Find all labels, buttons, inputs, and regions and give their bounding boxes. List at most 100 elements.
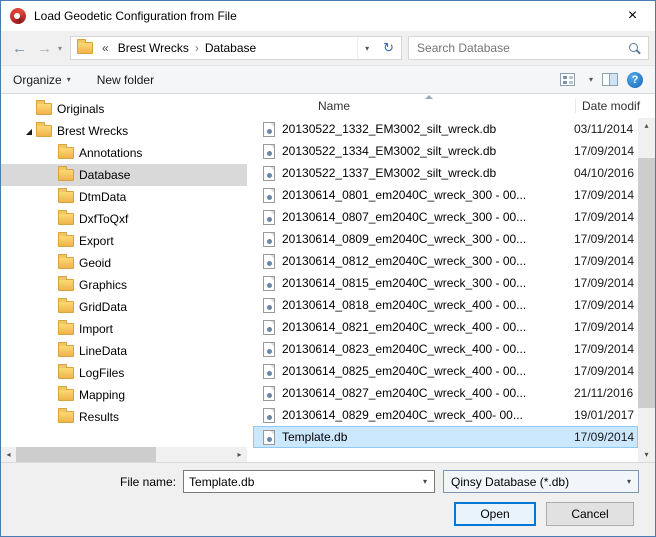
file-row[interactable]: Template.db17/09/2014 <box>253 426 638 448</box>
file-name: 20130522_1337_EM3002_silt_wreck.db <box>282 166 574 180</box>
address-bar[interactable]: « Brest Wrecks › Database ▾ ↻ <box>70 36 402 60</box>
help-icon[interactable]: ? <box>627 72 643 88</box>
file-row[interactable]: 20130614_0829_em2040C_wreck_400- 00...19… <box>253 404 638 426</box>
database-file-icon <box>263 144 275 159</box>
chevron-down-icon[interactable]: ▾ <box>589 75 593 84</box>
tree-item-label: Geoid <box>79 256 111 270</box>
tree-item-label: Annotations <box>79 146 142 160</box>
tree-item[interactable]: ◢Brest Wrecks <box>1 120 247 142</box>
organize-label: Organize <box>13 73 62 87</box>
file-name: 20130614_0812_em2040C_wreck_300 - 00... <box>282 254 574 268</box>
file-date-modified: 17/09/2014 <box>574 298 638 312</box>
search-icon[interactable] <box>628 42 641 55</box>
chevron-down-icon: ▾ <box>67 75 71 84</box>
file-row[interactable]: 20130614_0827_em2040C_wreck_400 - 00...2… <box>253 382 638 404</box>
tree-item-label: DtmData <box>79 190 126 204</box>
file-row[interactable]: 20130614_0801_em2040C_wreck_300 - 00...1… <box>253 184 638 206</box>
scrollbar-thumb[interactable] <box>16 447 156 462</box>
database-file-icon <box>263 254 275 269</box>
tree-item[interactable]: DxfToQxf <box>1 208 247 230</box>
tree-item[interactable]: GridData <box>1 296 247 318</box>
folder-icon <box>58 389 74 401</box>
change-view-icon[interactable] <box>560 73 575 86</box>
scroll-right-icon[interactable]: ▸ <box>232 447 247 462</box>
expand-arrow-icon[interactable]: ◢ <box>22 127 36 136</box>
tree-item[interactable]: Export <box>1 230 247 252</box>
file-name: 20130614_0821_em2040C_wreck_400 - 00... <box>282 320 574 334</box>
file-type-combo[interactable]: Qinsy Database (*.db) ▾ <box>443 470 639 493</box>
breadcrumb-item[interactable]: Database <box>200 41 261 55</box>
search-input[interactable] <box>417 41 628 55</box>
horizontal-scrollbar[interactable]: ◂ ▸ <box>1 447 247 462</box>
tree-item[interactable]: DtmData <box>1 186 247 208</box>
tree-item[interactable]: Mapping <box>1 384 247 406</box>
tree-item[interactable]: Originals <box>1 98 247 120</box>
file-date-modified: 19/01/2017 <box>574 408 638 422</box>
file-date-modified: 17/09/2014 <box>574 232 638 246</box>
file-name-combo[interactable]: ▾ <box>183 470 435 493</box>
cancel-button-label: Cancel <box>571 507 608 521</box>
scrollbar-track[interactable] <box>16 447 232 462</box>
chevron-down-icon[interactable]: ▾ <box>416 471 434 492</box>
scroll-up-icon[interactable]: ▴ <box>638 118 655 133</box>
vertical-scrollbar[interactable]: ▴ ▾ <box>638 118 655 462</box>
tree-item[interactable]: Annotations <box>1 142 247 164</box>
sort-ascending-icon <box>425 95 433 99</box>
file-row[interactable]: 20130614_0818_em2040C_wreck_400 - 00...1… <box>253 294 638 316</box>
tree-item[interactable]: Results <box>1 406 247 428</box>
scrollbar-thumb[interactable] <box>638 158 655 408</box>
tree-item[interactable]: LogFiles <box>1 362 247 384</box>
dialog-title: Load Geodetic Configuration from File <box>34 9 610 23</box>
tree-item-label: Results <box>79 410 119 424</box>
scroll-left-icon[interactable]: ◂ <box>1 447 16 462</box>
tree-item[interactable]: Import <box>1 318 247 340</box>
file-name: 20130614_0823_em2040C_wreck_400 - 00... <box>282 342 574 356</box>
search-box[interactable] <box>408 36 649 60</box>
file-row[interactable]: 20130614_0812_em2040C_wreck_300 - 00...1… <box>253 250 638 272</box>
forward-button[interactable]: → <box>32 40 57 57</box>
file-row[interactable]: 20130614_0821_em2040C_wreck_400 - 00...1… <box>253 316 638 338</box>
file-name: 20130614_0809_em2040C_wreck_300 - 00... <box>282 232 574 246</box>
preview-pane-icon[interactable] <box>602 73 618 86</box>
breadcrumb-overflow-button[interactable]: « <box>98 41 113 55</box>
tree-item[interactable]: Geoid <box>1 252 247 274</box>
file-row[interactable]: 20130614_0807_em2040C_wreck_300 - 00...1… <box>253 206 638 228</box>
breadcrumb-item[interactable]: Brest Wrecks <box>113 41 194 55</box>
cancel-button[interactable]: Cancel <box>546 502 634 526</box>
file-name: 20130522_1332_EM3002_silt_wreck.db <box>282 122 574 136</box>
tree-item[interactable]: Database <box>1 164 247 186</box>
file-row[interactable]: 20130522_1334_EM3002_silt_wreck.db17/09/… <box>253 140 638 162</box>
file-row[interactable]: 20130614_0815_em2040C_wreck_300 - 00...1… <box>253 272 638 294</box>
new-folder-button[interactable]: New folder <box>97 73 154 87</box>
folder-icon <box>77 42 93 54</box>
scroll-down-icon[interactable]: ▾ <box>638 447 655 462</box>
column-header-name[interactable]: Name <box>253 99 575 113</box>
column-header-date[interactable]: Date modif <box>575 99 655 113</box>
close-button[interactable]: × <box>610 1 655 31</box>
file-row[interactable]: 20130614_0825_em2040C_wreck_400 - 00...1… <box>253 360 638 382</box>
file-row[interactable]: 20130614_0823_em2040C_wreck_400 - 00...1… <box>253 338 638 360</box>
navigation-bar: ← → ▾ « Brest Wrecks › Database ▾ ↻ <box>1 31 655 65</box>
folder-icon <box>36 103 52 115</box>
address-dropdown-button[interactable]: ▾ <box>357 37 376 59</box>
folder-icon <box>58 213 74 225</box>
history-dropdown-button[interactable]: ▾ <box>57 44 66 53</box>
file-row[interactable]: 20130522_1332_EM3002_silt_wreck.db03/11/… <box>253 118 638 140</box>
file-row[interactable]: 20130522_1337_EM3002_silt_wreck.db04/10/… <box>253 162 638 184</box>
open-button[interactable]: Open <box>454 502 536 526</box>
folder-icon <box>58 367 74 379</box>
file-name-input[interactable] <box>184 475 416 489</box>
tree-item-label: GridData <box>79 300 127 314</box>
refresh-button[interactable]: ↻ <box>376 37 401 59</box>
back-button[interactable]: ← <box>7 40 32 57</box>
tree-item[interactable]: LineData <box>1 340 247 362</box>
file-name: 20130614_0825_em2040C_wreck_400 - 00... <box>282 364 574 378</box>
close-icon: × <box>628 7 637 25</box>
database-file-icon <box>263 342 275 357</box>
tree-item[interactable]: Graphics <box>1 274 247 296</box>
organize-menu-button[interactable]: Organize ▾ <box>13 73 71 87</box>
file-row[interactable]: 20130614_0809_em2040C_wreck_300 - 00...1… <box>253 228 638 250</box>
database-file-icon <box>263 166 275 181</box>
dialog-footer: File name: ▾ Qinsy Database (*.db) ▾ Ope… <box>1 462 655 536</box>
folder-icon <box>36 125 52 137</box>
